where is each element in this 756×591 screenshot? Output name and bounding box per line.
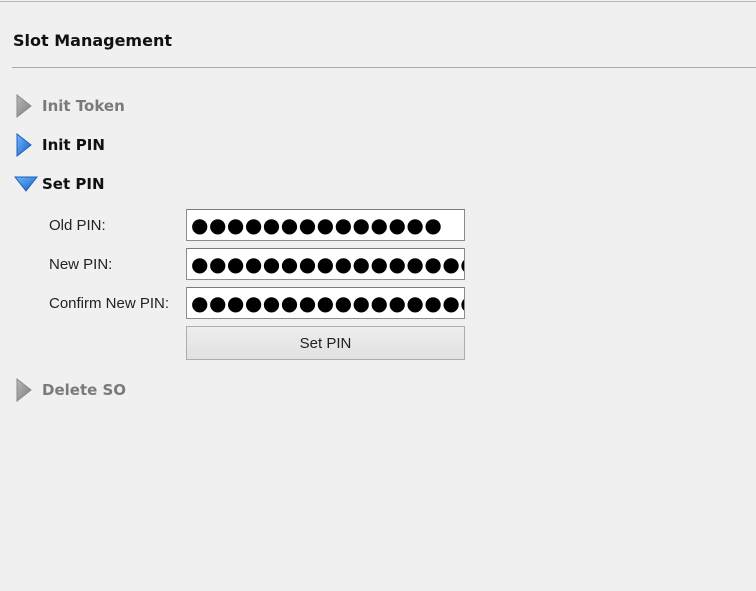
section-init-token[interactable]: Init Token (14, 93, 125, 119)
section-label: Init Token (42, 97, 125, 115)
section-label: Init PIN (42, 136, 105, 154)
section-set-pin[interactable]: Set PIN (14, 171, 105, 197)
confirm-new-pin-label: Confirm New PIN: (49, 295, 170, 312)
triangle-right-blue-icon (14, 132, 38, 158)
section-delete-so[interactable]: Delete SO (14, 377, 126, 403)
new-pin-label: New PIN: (49, 256, 113, 273)
old-pin-field[interactable]: ●●●●●●●●●●●●●● (186, 209, 465, 241)
triangle-right-gray-icon (14, 377, 38, 403)
set-pin-button[interactable]: Set PIN (186, 326, 465, 360)
slot-management-panel: Slot Management Init Token Init PIN Set … (0, 0, 756, 591)
confirm-new-pin-value: ●●●●●●●●●●●●●●●● (191, 291, 465, 315)
top-divider (0, 1, 756, 2)
new-pin-field[interactable]: ●●●●●●●●●●●●●●●● (186, 248, 465, 280)
triangle-down-blue-icon (14, 171, 38, 197)
section-init-pin[interactable]: Init PIN (14, 132, 105, 158)
section-label: Delete SO (42, 381, 127, 399)
title-divider (12, 67, 756, 68)
confirm-new-pin-field[interactable]: ●●●●●●●●●●●●●●●● (186, 287, 465, 319)
page-title: Slot Management (13, 31, 172, 50)
triangle-right-gray-icon (14, 93, 38, 119)
section-label: Set PIN (42, 175, 105, 193)
old-pin-value: ●●●●●●●●●●●●●● (191, 213, 443, 237)
new-pin-value: ●●●●●●●●●●●●●●●● (191, 252, 465, 276)
old-pin-label: Old PIN: (49, 217, 106, 234)
